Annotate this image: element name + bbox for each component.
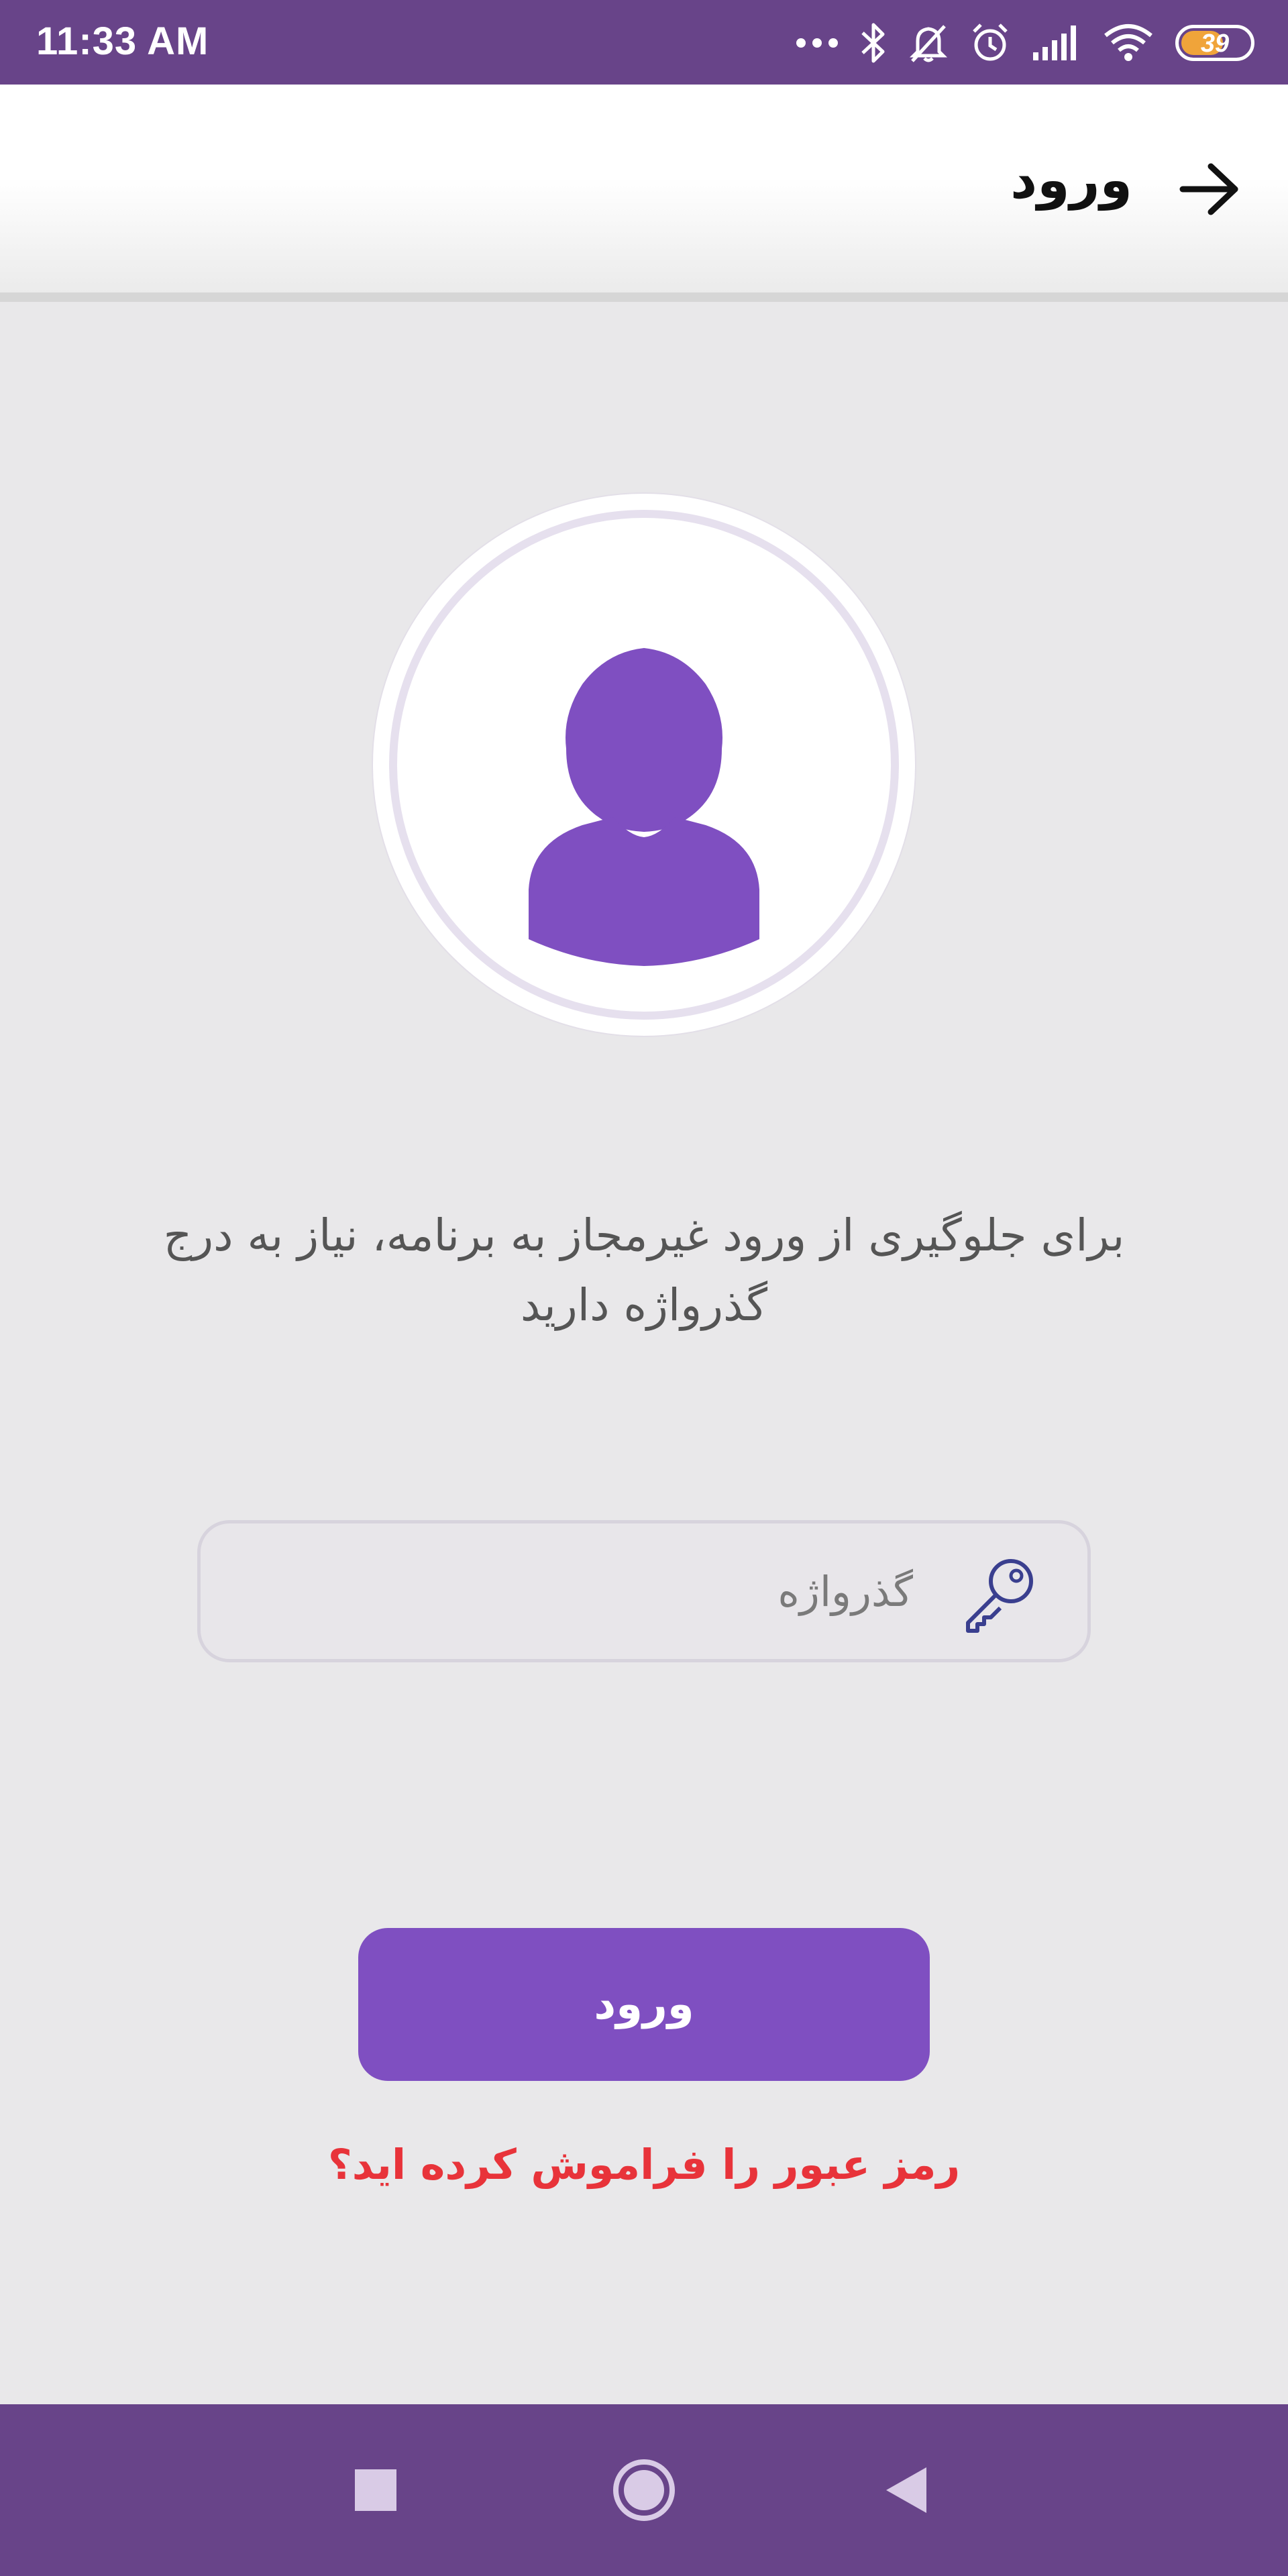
more-dots-icon <box>796 36 839 50</box>
home-icon <box>613 2459 675 2521</box>
back-nav-button[interactable] <box>839 2404 973 2576</box>
status-bar: 11:33 AM 39 <box>0 0 1288 85</box>
login-message: برای جلوگیری از ورود غیرمجاز به برنامه، … <box>114 1201 1174 1340</box>
wifi-icon <box>1103 23 1154 62</box>
message-line-1: برای جلوگیری از ورود غیرمجاز به برنامه، … <box>163 1210 1125 1261</box>
status-icons: 39 <box>796 15 1254 71</box>
recent-apps-button[interactable] <box>309 2404 443 2576</box>
forgot-password-link[interactable]: رمز عبور را فراموش کرده اید؟ <box>241 2140 1046 2189</box>
message-line-2: گذرواژه دارید <box>520 1279 768 1331</box>
key-icon <box>966 1559 1033 1633</box>
battery-icon: 39 <box>1175 25 1254 61</box>
back-icon <box>886 2467 926 2513</box>
password-input[interactable] <box>241 1550 914 1632</box>
toolbar: ورود <box>0 85 1288 302</box>
avatar <box>373 494 915 1036</box>
signal-icon <box>1032 24 1081 62</box>
login-button[interactable]: ورود <box>358 1928 930 2081</box>
battery-level: 39 <box>1200 30 1230 58</box>
password-field[interactable] <box>197 1520 1091 1662</box>
user-icon <box>529 648 759 966</box>
navigation-bar <box>0 2404 1288 2576</box>
recent-apps-icon <box>355 2469 396 2511</box>
page-title: ورود <box>1010 150 1132 211</box>
bluetooth-icon <box>860 22 887 64</box>
status-time: 11:33 AM <box>36 19 209 63</box>
home-button[interactable] <box>577 2404 711 2576</box>
arrow-right-icon <box>1179 163 1238 215</box>
notifications-off-icon <box>908 22 949 64</box>
alarm-icon <box>970 22 1010 64</box>
back-button[interactable] <box>1173 156 1246 223</box>
